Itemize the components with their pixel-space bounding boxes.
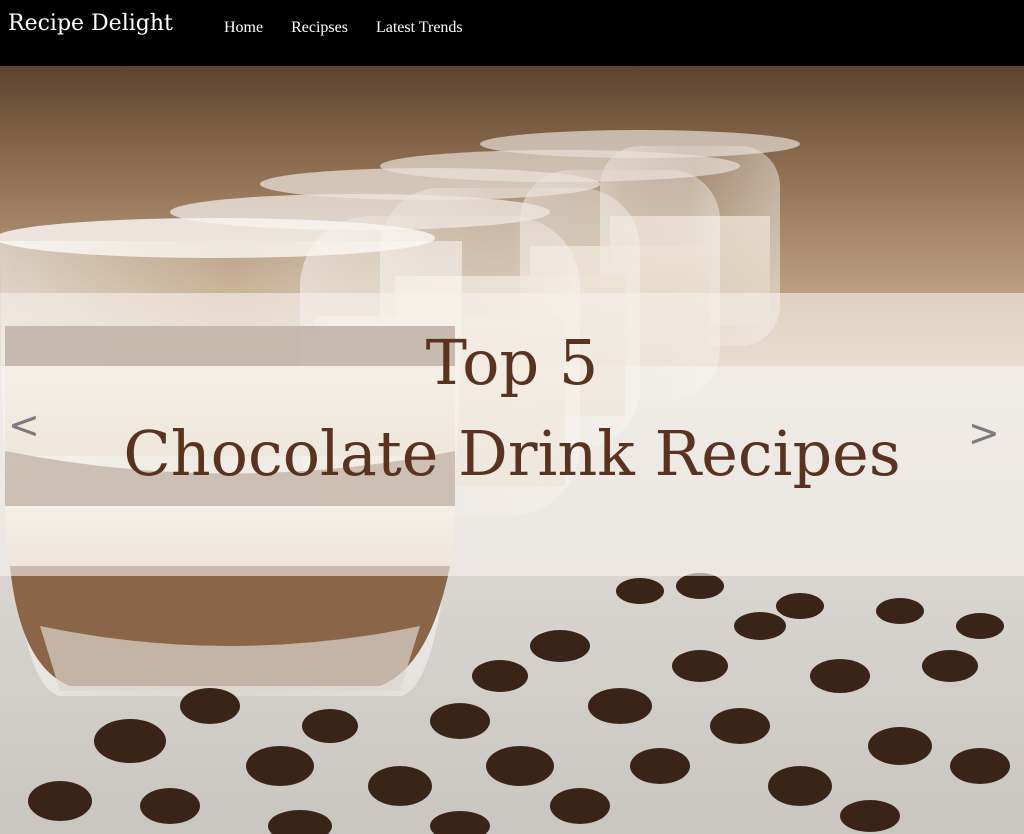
carousel-next-arrow[interactable]: >: [968, 414, 1000, 452]
nav-link-recipes[interactable]: Recipses: [291, 19, 348, 37]
nav-link-latest-trends[interactable]: Latest Trends: [376, 19, 463, 37]
nav-links: Home Recipses Latest Trends: [224, 19, 463, 37]
top-navbar: Recipe Delight Home Recipses Latest Tren…: [0, 0, 1024, 66]
brand-logo-text[interactable]: Recipe Delight: [8, 11, 173, 36]
carousel-prev-arrow[interactable]: <: [8, 406, 40, 444]
carousel-caption-subtitle: Chocolate Drink Recipes: [123, 417, 901, 490]
carousel-caption-title: Top 5: [425, 326, 599, 399]
hero-carousel: Top 5 Chocolate Drink Recipes < >: [0, 66, 1024, 834]
nav-link-home[interactable]: Home: [224, 19, 263, 37]
